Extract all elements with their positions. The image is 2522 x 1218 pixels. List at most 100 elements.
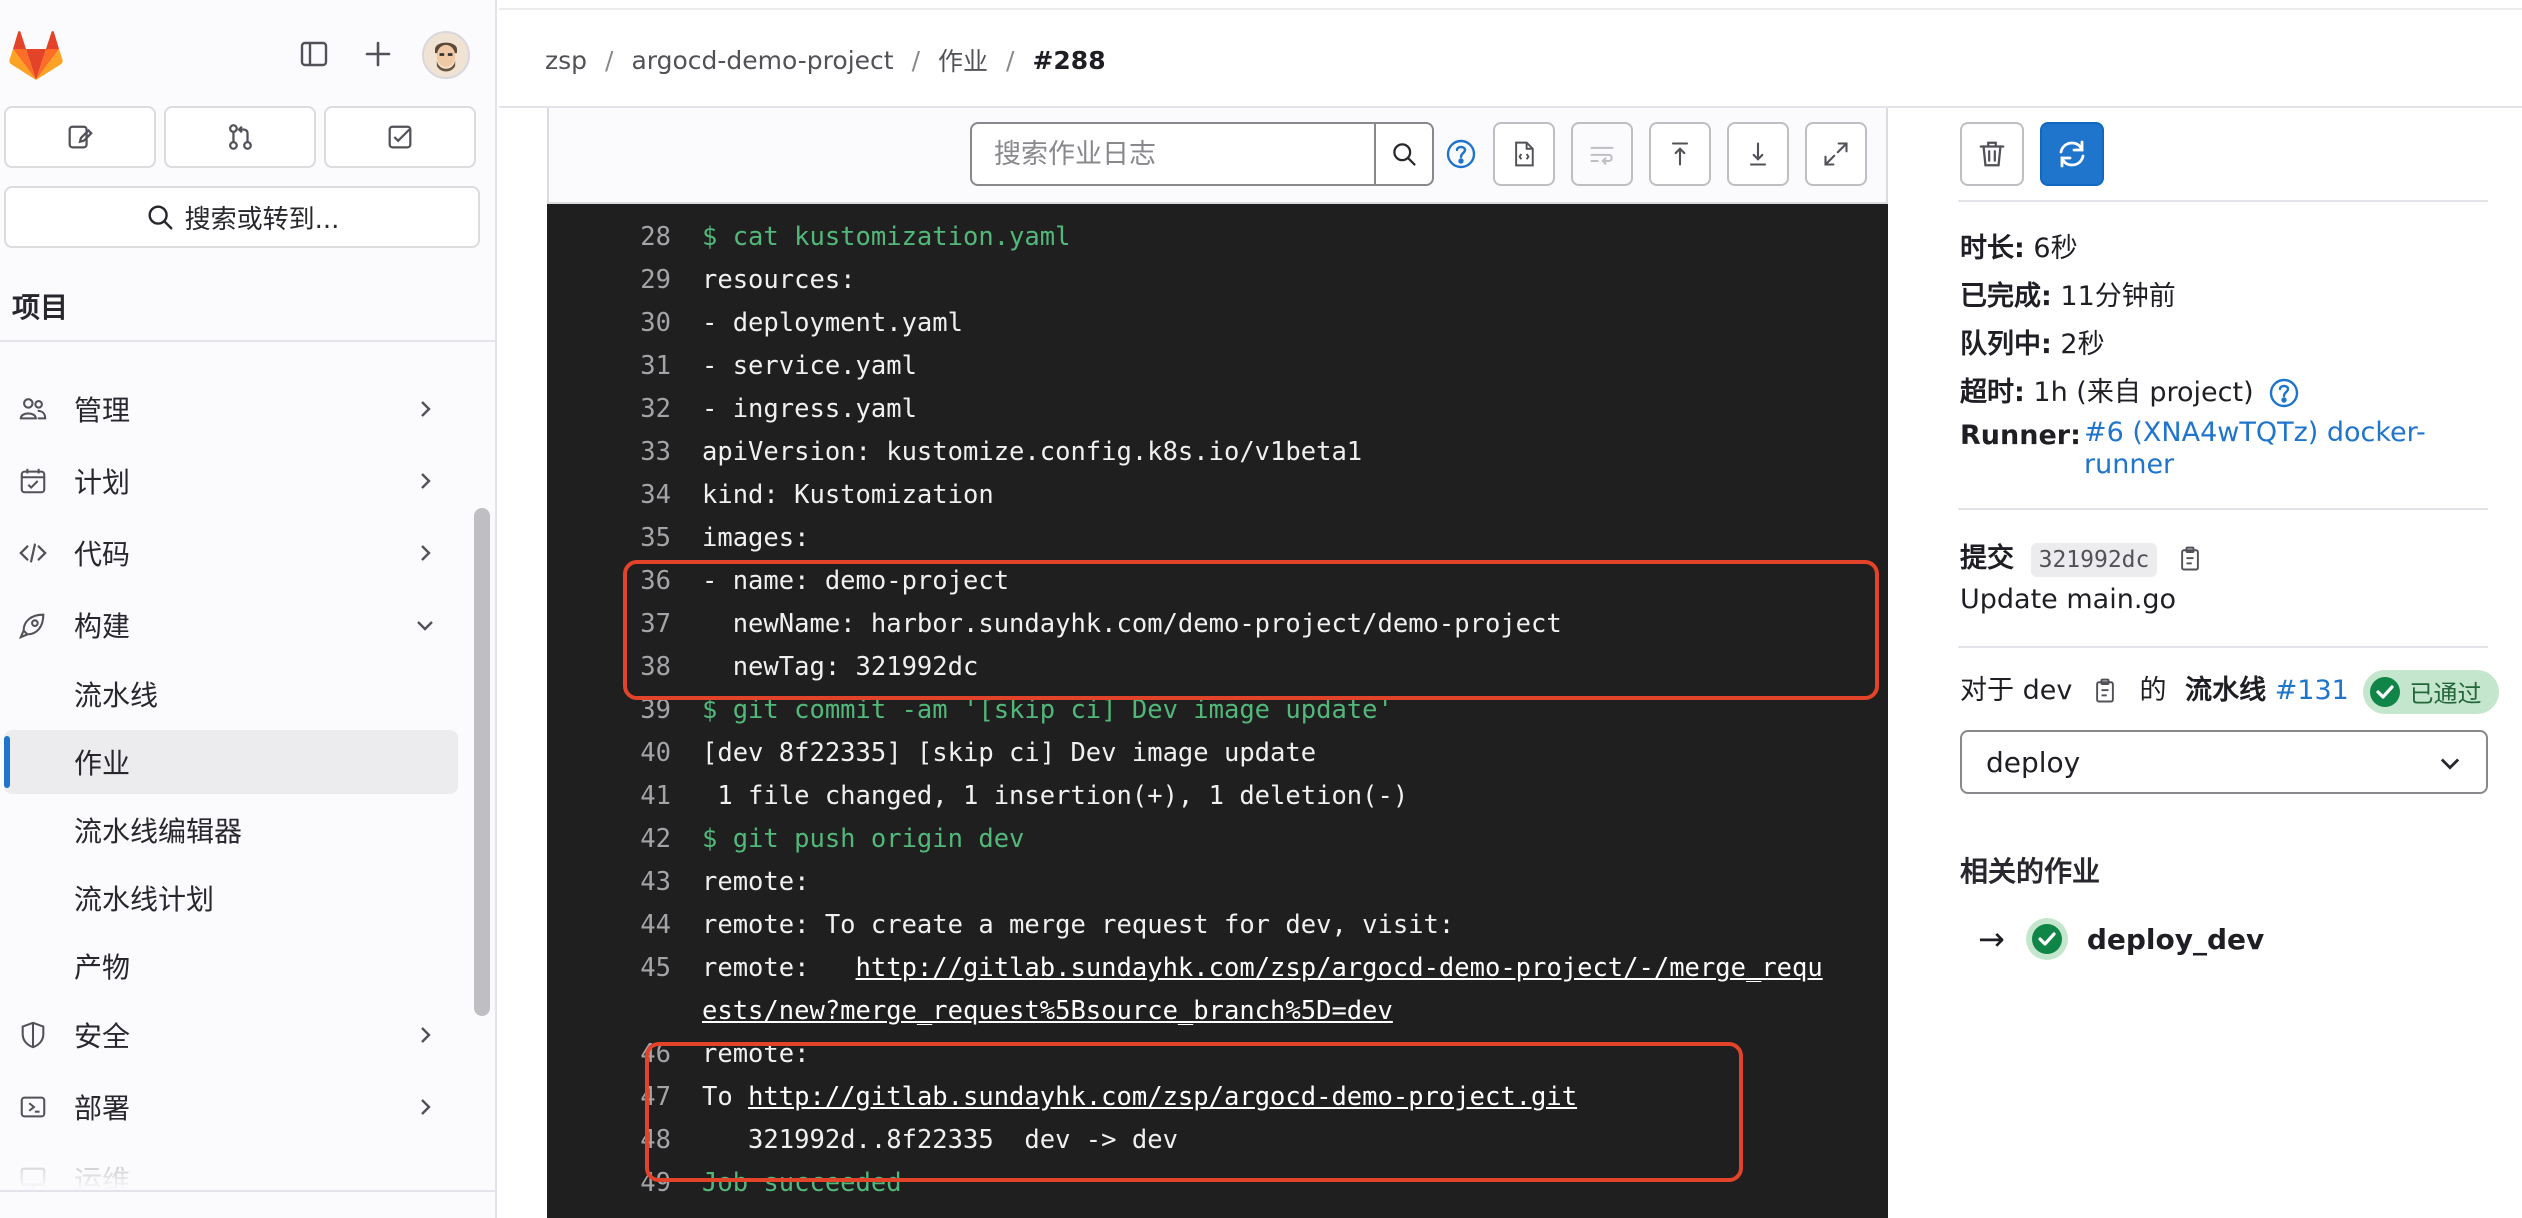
log-line: 41 1 file changed, 1 insertion(+), 1 del… bbox=[547, 775, 1888, 818]
retry-button[interactable] bbox=[2040, 122, 2104, 186]
stage-select-value: deploy bbox=[1986, 745, 2081, 779]
sidebar-item-pipeline-editor[interactable]: 流水线编辑器 bbox=[4, 798, 458, 862]
wrap-lines-button[interactable] bbox=[1571, 122, 1633, 186]
pipeline-middle: 的 bbox=[2139, 675, 2167, 706]
log-line: 34 kind: Kustomization bbox=[547, 474, 1888, 517]
sidebar-footer bbox=[0, 1190, 495, 1218]
sidebar-item-code[interactable]: 代码 bbox=[0, 520, 460, 586]
commit-label: 提交 bbox=[1960, 543, 2014, 574]
log-line-number[interactable]: 33 bbox=[547, 431, 671, 474]
log-line-number[interactable]: 32 bbox=[547, 388, 671, 431]
sidebar-item-pipeline-schedules[interactable]: 流水线计划 bbox=[4, 866, 458, 930]
merge-requests-button[interactable] bbox=[164, 106, 316, 168]
sidebar-item-label: 作业 bbox=[74, 747, 131, 780]
chevron-down-icon bbox=[410, 610, 440, 640]
issues-button[interactable] bbox=[4, 106, 156, 168]
fullscreen-button[interactable] bbox=[1805, 122, 1867, 186]
sidebar-item-pipelines[interactable]: 流水线 bbox=[4, 662, 458, 726]
pipeline-status-label: 已通过 bbox=[2409, 680, 2482, 708]
copy-icon[interactable] bbox=[2176, 545, 2206, 575]
runner-link[interactable]: #6 (XNA4wTQTz) docker-runner bbox=[2084, 417, 2464, 481]
sidebar-item-label: 安全 bbox=[74, 1020, 131, 1053]
related-job-item[interactable]: → deploy_dev bbox=[1978, 914, 2264, 964]
sidebar-item-label: 管理 bbox=[74, 394, 131, 427]
log-line: 35 images: bbox=[547, 517, 1888, 560]
log-search-input[interactable] bbox=[970, 122, 1376, 186]
log-link[interactable]: ests/new?merge_request%5Bsource_branch%5… bbox=[702, 996, 1393, 1026]
stage-select[interactable]: deploy bbox=[1960, 730, 2488, 794]
log-line-text: $ git push origin dev bbox=[702, 824, 1025, 854]
log-line: 43 remote: bbox=[547, 861, 1888, 904]
search-icon bbox=[148, 205, 173, 230]
arrow-right-icon: → bbox=[1978, 920, 2005, 958]
sidebar-fade bbox=[0, 1150, 466, 1190]
log-line-text: apiVersion: kustomize.config.k8s.io/v1be… bbox=[702, 437, 1363, 467]
queued-label: 队列中: bbox=[1960, 329, 2052, 360]
global-search-button[interactable]: 搜索或转到... bbox=[4, 186, 480, 248]
sidebar-item-label: 流水线计划 bbox=[74, 883, 215, 916]
log-line-number[interactable]: 28 bbox=[547, 216, 671, 259]
highlight-box-push-result bbox=[645, 1042, 1743, 1182]
scroll-top-button[interactable] bbox=[1649, 122, 1711, 186]
sidebar-item-artifacts[interactable]: 产物 bbox=[4, 934, 458, 998]
sidebar-item-label: 部署 bbox=[74, 1092, 131, 1125]
pipeline-link[interactable]: #131 bbox=[2275, 675, 2349, 706]
duration-label: 时长: bbox=[1960, 233, 2025, 264]
log-line-number[interactable]: 40 bbox=[547, 732, 671, 775]
todo-button[interactable] bbox=[324, 106, 476, 168]
copy-icon[interactable] bbox=[2091, 677, 2121, 707]
log-line-text: images: bbox=[702, 523, 810, 553]
sidebar-item-build[interactable]: 构建 bbox=[0, 592, 460, 658]
log-link[interactable]: http://gitlab.sundayhk.com/zsp/argocd-de… bbox=[856, 953, 1823, 983]
sidebar-item-manage[interactable]: 管理 bbox=[0, 376, 460, 442]
erase-log-button[interactable] bbox=[1960, 122, 2024, 186]
scroll-bottom-button[interactable] bbox=[1727, 122, 1789, 186]
section-title: 项目 bbox=[12, 291, 69, 324]
timeout-value: 1h (来自 project) bbox=[2033, 377, 2254, 408]
log-search-button[interactable] bbox=[1374, 122, 1434, 186]
question-icon[interactable] bbox=[1443, 136, 1479, 172]
log-line-text: resources: bbox=[702, 265, 856, 295]
breadcrumb-item[interactable]: argocd-demo-project bbox=[631, 46, 893, 75]
log-line-number[interactable]: 42 bbox=[547, 818, 671, 861]
finished-value: 11分钟前 bbox=[2060, 281, 2176, 312]
deploy-icon bbox=[16, 1090, 50, 1124]
sidebar-item-deploy[interactable]: 部署 bbox=[0, 1074, 460, 1140]
log-line: 28 $ cat kustomization.yaml bbox=[547, 216, 1888, 259]
log-line-number[interactable]: 41 bbox=[547, 775, 671, 818]
queued-value: 2秒 bbox=[2060, 329, 2105, 360]
avatar[interactable] bbox=[422, 31, 470, 79]
log-line-number[interactable]: 44 bbox=[547, 904, 671, 947]
gitlab-logo-icon[interactable] bbox=[8, 28, 64, 84]
log-line-number[interactable]: 34 bbox=[547, 474, 671, 517]
log-line-text: - deployment.yaml bbox=[702, 308, 963, 338]
log-line-number[interactable]: 30 bbox=[547, 302, 671, 345]
commit-row: 提交 321992dc bbox=[1960, 536, 2206, 577]
log-line-number[interactable]: 43 bbox=[547, 861, 671, 904]
sidebar-item-plan[interactable]: 计划 bbox=[0, 448, 460, 514]
sidebar-item-label: 流水线 bbox=[74, 679, 159, 712]
view-raw-button[interactable] bbox=[1493, 122, 1555, 186]
top-bar: zsp / argocd-demo-project / 作业 / #288 bbox=[499, 0, 2522, 108]
log-line-number[interactable]: 45 bbox=[547, 947, 671, 990]
plus-icon[interactable] bbox=[358, 34, 398, 74]
question-icon[interactable] bbox=[2268, 377, 2302, 411]
pipeline-status-badge[interactable]: 已通过 bbox=[2363, 669, 2500, 714]
code-icon bbox=[16, 536, 50, 570]
commit-sha[interactable]: 321992dc bbox=[2030, 542, 2158, 577]
log-line-number[interactable]: 29 bbox=[547, 259, 671, 302]
sidebar-toggle-icon[interactable] bbox=[294, 34, 334, 74]
sidebar-item-security[interactable]: 安全 bbox=[0, 1002, 460, 1068]
chevron-right-icon bbox=[410, 466, 440, 496]
wrap-icon bbox=[1590, 146, 1614, 165]
breadcrumb-item[interactable]: 作业 bbox=[938, 42, 988, 78]
sidebar-scrollbar[interactable] bbox=[474, 508, 490, 1016]
sidebar-item-jobs[interactable]: 作业 bbox=[4, 730, 458, 794]
log-line-number[interactable]: 31 bbox=[547, 345, 671, 388]
duration-row: 时长: 6秒 bbox=[1960, 226, 2078, 265]
pipeline-ref: 对于 dev bbox=[1960, 675, 2073, 706]
breadcrumb-current[interactable]: #288 bbox=[1032, 46, 1105, 75]
breadcrumb-item[interactable]: zsp bbox=[545, 46, 587, 75]
highlight-box-image-tag bbox=[623, 560, 1879, 700]
log-line-number[interactable]: 35 bbox=[547, 517, 671, 560]
